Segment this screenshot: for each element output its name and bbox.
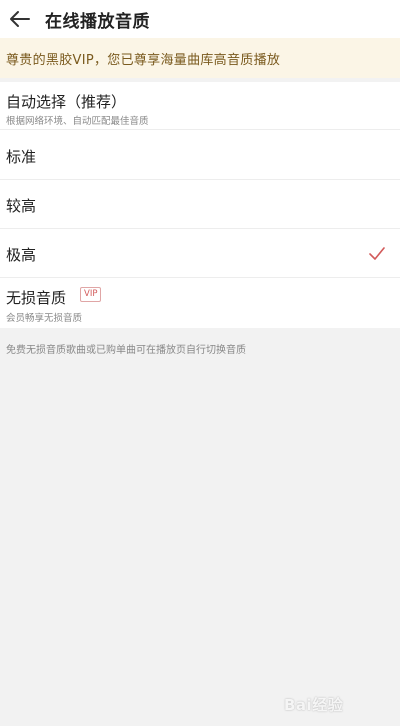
top-bar: 在线播放音质	[0, 0, 400, 38]
option-auto[interactable]: 自动选择（推荐） 根据网络环境、自动匹配最佳音质	[0, 82, 400, 130]
option-label: 自动选择（推荐）	[6, 93, 127, 111]
option-standard[interactable]: 标准	[0, 132, 400, 180]
back-button[interactable]	[3, 2, 37, 36]
option-higher[interactable]: 较高	[0, 181, 400, 229]
vip-badge: VIP	[80, 287, 102, 302]
page-title: 在线播放音质	[45, 11, 150, 32]
option-label: 无损音质	[6, 289, 67, 307]
vip-banner: 尊贵的黑胶VIP，您已尊享海量曲库高音质播放	[0, 38, 400, 78]
vip-banner-text: 尊贵的黑胶VIP，您已尊享海量曲库高音质播放	[6, 52, 281, 68]
option-subtitle: 会员畅享无损音质	[6, 313, 83, 324]
baidu-jingyan-watermark: Bai经验	[284, 696, 344, 714]
footnote-text: 免费无损音质歌曲或已购单曲可在播放页自行切换音质	[6, 345, 246, 356]
option-label: 标准	[6, 148, 37, 166]
option-label: 较高	[6, 197, 37, 215]
option-label: 极高	[6, 246, 37, 264]
option-very-high[interactable]: 极高	[0, 230, 400, 278]
option-lossless[interactable]: 无损音质 VIP 会员畅享无损音质	[0, 280, 400, 328]
back-arrow-icon	[10, 11, 30, 27]
quality-options-list: 自动选择（推荐） 根据网络环境、自动匹配最佳音质 标准 较高 极高 无损音质 V…	[0, 82, 400, 328]
checkmark-icon	[369, 247, 385, 260]
option-subtitle: 根据网络环境、自动匹配最佳音质	[6, 116, 149, 127]
